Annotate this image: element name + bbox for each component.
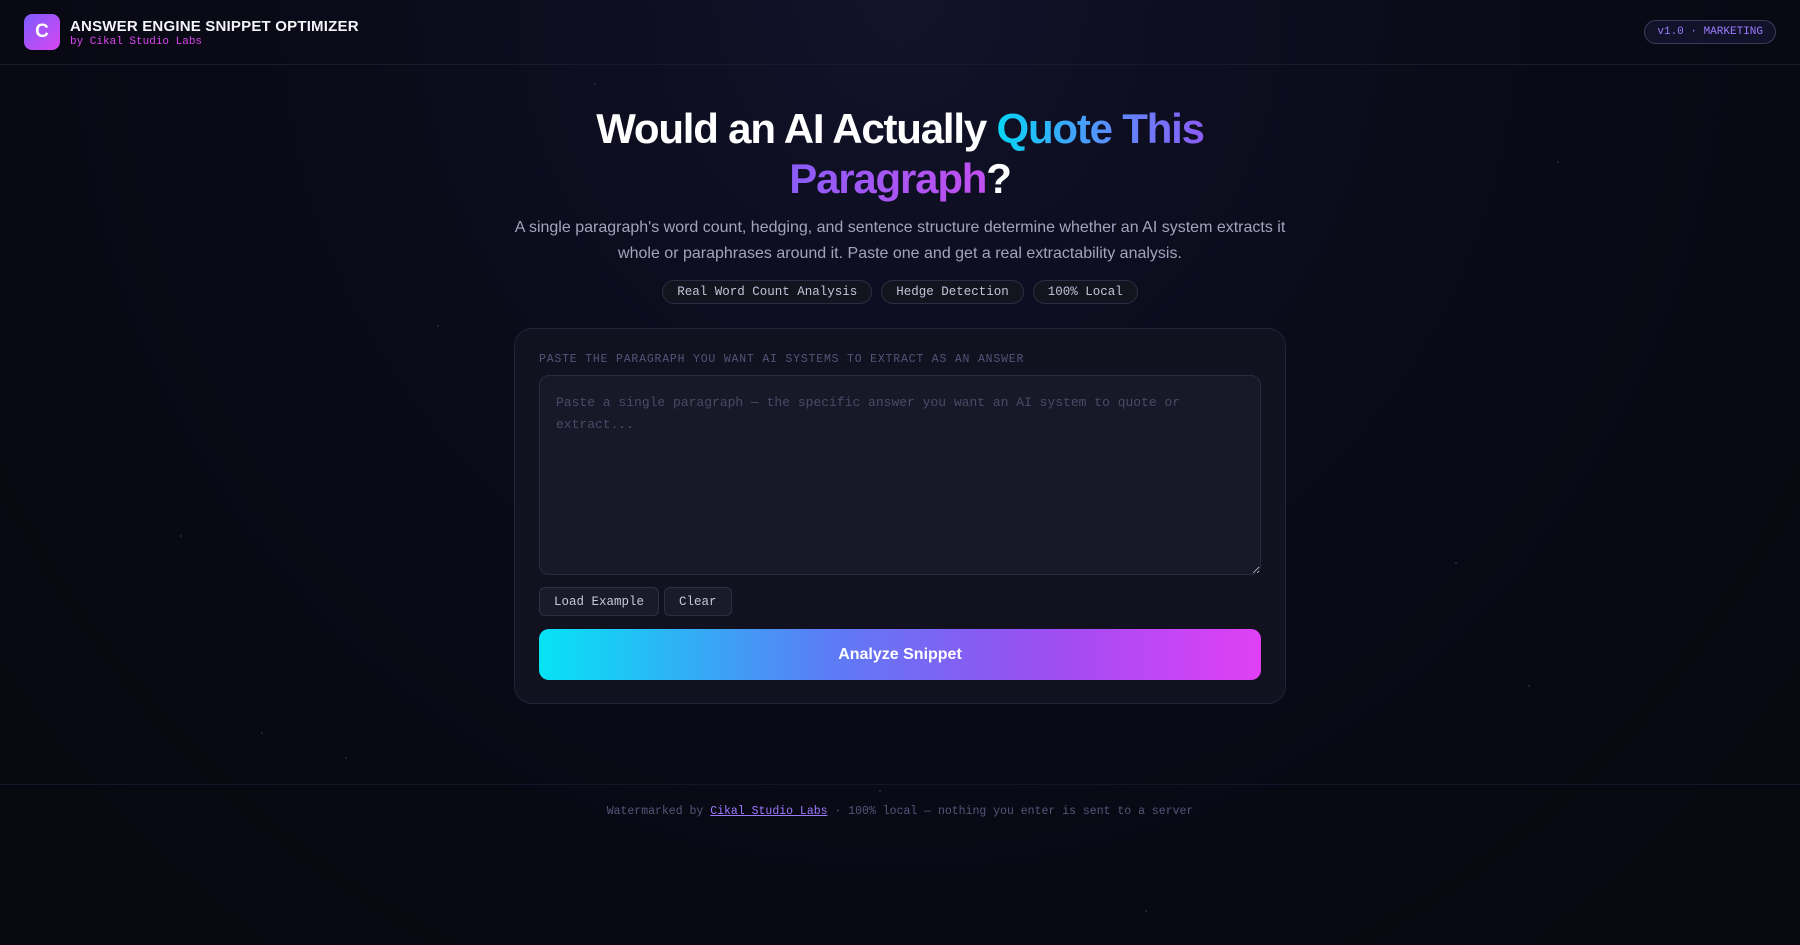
footer-suffix: · 100% local — nothing you enter is sent… [834, 805, 1194, 818]
app-subtitle: by Cikal Studio Labs [70, 36, 203, 48]
feature-chip: Real Word Count Analysis [662, 280, 873, 304]
footer-divider [0, 784, 1800, 785]
background-star [1455, 562, 1457, 564]
clear-button[interactable]: Clear [664, 587, 732, 616]
background-star [1145, 910, 1147, 912]
version-badge: v1.0 · MARKETING [1644, 20, 1776, 44]
snippet-card: PASTE THE PARAGRAPH YOU WANT AI SYSTEMS … [514, 328, 1286, 704]
page: C ANSWER ENGINE SNIPPET OPTIMIZER by Cik… [0, 0, 1800, 945]
hero-description: A single paragraph's word count, hedging… [514, 219, 1286, 262]
paragraph-field-label: PASTE THE PARAGRAPH YOU WANT AI SYSTEMS … [539, 353, 1025, 366]
background-star [1528, 685, 1530, 687]
background-star [261, 732, 263, 734]
footer-link[interactable]: Cikal Studio Labs [710, 805, 827, 818]
feature-chip: Hedge Detection [881, 280, 1024, 304]
footer-prefix: Watermarked by [606, 805, 704, 818]
background-star [879, 790, 881, 792]
background-star [437, 325, 439, 327]
load-example-button[interactable]: Load Example [539, 587, 660, 616]
hero-title-end: ? [986, 155, 1012, 202]
hero-title: Would an AI Actually Quote This Paragrap… [0, 104, 1800, 204]
app-title: ANSWER ENGINE SNIPPET OPTIMIZER [70, 18, 359, 35]
hero-title-highlight: Quote This [996, 105, 1205, 152]
footer: Watermarked by Cikal Studio Labs · 100% … [0, 805, 1800, 818]
app-logo: C [24, 14, 60, 50]
feature-chips: Real Word Count Analysis Hedge Detection… [0, 280, 1800, 304]
paragraph-input[interactable] [539, 375, 1261, 575]
top-bar: C ANSWER ENGINE SNIPPET OPTIMIZER by Cik… [0, 0, 1800, 65]
background-star [594, 83, 596, 85]
background-star [345, 757, 347, 759]
hero-title-text: Would an AI Actually [596, 105, 997, 152]
hero-title-line-2: Paragraph? [0, 154, 1800, 204]
hero-title-highlight: Paragraph [789, 155, 987, 202]
feature-chip: 100% Local [1032, 280, 1138, 304]
hero-title-line-1: Would an AI Actually Quote This [0, 104, 1800, 154]
background-star [180, 535, 182, 537]
analyze-snippet-button[interactable]: Analyze Snippet [539, 629, 1261, 680]
